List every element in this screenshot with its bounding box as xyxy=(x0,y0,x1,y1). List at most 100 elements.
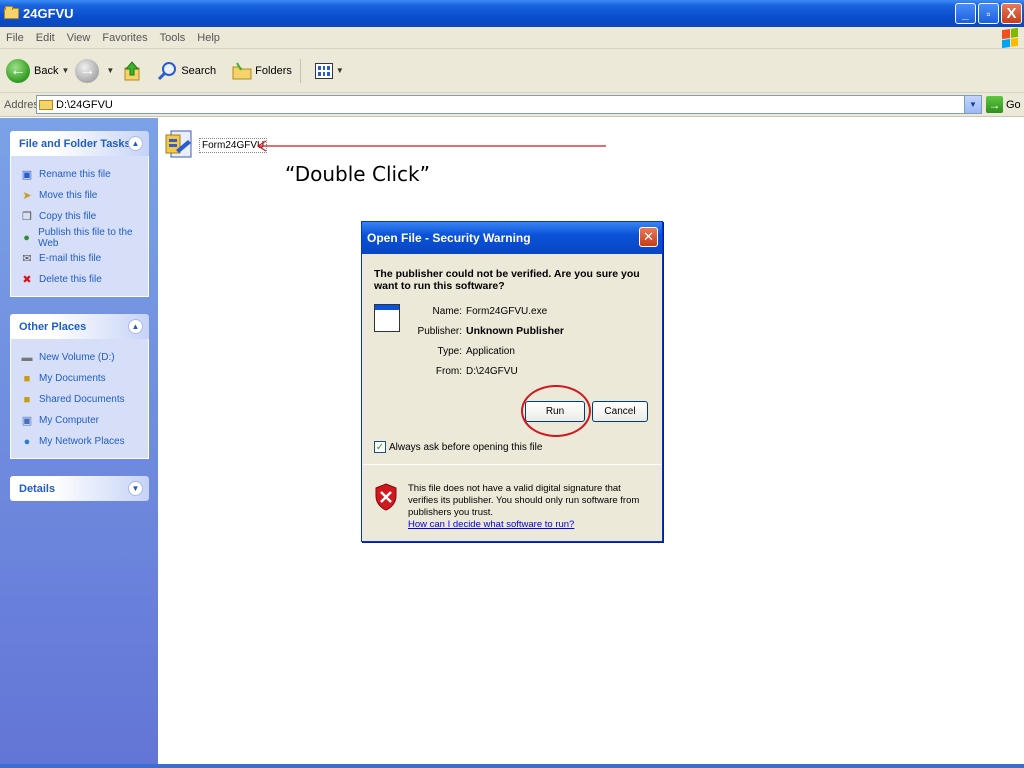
other-places-panel: Other Places ▲ ▬ New Volume (D:) ■ My Docu… xyxy=(10,314,149,459)
menu-help[interactable]: Help xyxy=(197,32,220,44)
minimize-button[interactable]: _ xyxy=(955,3,976,24)
place-new-volume[interactable]: ▬ New Volume (D:) xyxy=(20,347,148,368)
window-titlebar[interactable]: 24GFVU _ ▫ X xyxy=(0,0,1024,27)
globe-icon: ● xyxy=(23,231,30,244)
file-form24gfvu[interactable]: Form24GFVU xyxy=(162,128,268,162)
warning-shield-icon xyxy=(375,483,397,511)
task-publish[interactable]: ● Publish this file to the Web xyxy=(20,227,148,249)
info-type-row: Type: Application xyxy=(374,346,515,357)
task-pane: File and Folder Tasks ▲ ▣ Rename this fil… xyxy=(0,118,158,764)
info-key: Type: xyxy=(437,346,462,357)
email-icon: ✉ xyxy=(22,253,32,265)
warning-text: This file does not have a valid digital … xyxy=(408,483,640,518)
go-label: Go xyxy=(1006,98,1021,111)
folders-label: Folders xyxy=(255,64,292,77)
window-title: 24GFVU xyxy=(23,6,74,21)
collapse-chevron-icon[interactable]: ▲ xyxy=(128,319,143,334)
collapse-chevron-icon[interactable]: ▲ xyxy=(128,136,143,151)
drive-icon: ▬ xyxy=(21,351,33,364)
task-email[interactable]: ✉ E-mail this file xyxy=(20,248,148,269)
address-bar: Address D:\24GFVU ▼ → Go xyxy=(0,93,1024,117)
menu-file[interactable]: File xyxy=(6,32,24,44)
windows-logo-icon xyxy=(1002,27,1018,49)
panel-header[interactable]: Details ▼ xyxy=(10,476,149,501)
go-button[interactable]: → Go xyxy=(986,96,1021,113)
menu-tools[interactable]: Tools xyxy=(160,32,186,44)
search-icon xyxy=(158,61,177,80)
folders-button[interactable]: Folders xyxy=(222,62,292,80)
dialog-titlebar[interactable]: Open File - Security Warning ✕ xyxy=(362,222,662,254)
task-delete[interactable]: ✖ Delete this file xyxy=(20,269,148,290)
chevron-down-icon[interactable]: ▼ xyxy=(106,66,114,75)
cancel-button[interactable]: Cancel xyxy=(592,401,648,422)
dialog-divider xyxy=(363,464,661,465)
info-name-row: Name: Form24GFVU.exe xyxy=(374,306,548,317)
network-icon: ● xyxy=(23,435,31,448)
menu-view[interactable]: View xyxy=(67,32,91,44)
panel-title: File and Folder Tasks xyxy=(19,137,131,150)
menu-favorites[interactable]: Favorites xyxy=(102,32,147,44)
rename-icon: ▣ xyxy=(21,169,33,181)
address-input[interactable]: D:\24GFVU ▼ xyxy=(36,95,982,114)
folder-icon xyxy=(39,99,53,110)
forward-button[interactable]: → ▼ xyxy=(75,58,114,83)
toolbar-separator xyxy=(299,58,301,83)
place-label: My Computer xyxy=(39,415,100,426)
taskbar-edge xyxy=(0,764,1024,768)
shared-folder-icon: ■ xyxy=(23,393,31,406)
panel-title: Other Places xyxy=(19,320,87,333)
up-folder-icon[interactable] xyxy=(122,60,142,82)
place-network[interactable]: ● My Network Places xyxy=(20,431,148,452)
annotation-arrow-icon xyxy=(256,140,606,152)
place-my-documents[interactable]: ■ My Documents xyxy=(20,368,148,389)
forward-arrow-icon: → xyxy=(75,58,100,83)
panel-header[interactable]: Other Places ▲ xyxy=(10,314,149,339)
menu-bar: File Edit View Favorites Tools Help xyxy=(0,27,1024,49)
folders-icon xyxy=(232,62,252,79)
search-label: Search xyxy=(181,64,217,77)
always-ask-checkbox[interactable]: ✓ xyxy=(374,441,386,453)
place-shared-documents[interactable]: ■ Shared Documents xyxy=(20,389,148,410)
panel-body: ▬ New Volume (D:) ■ My Documents ■ Shared D… xyxy=(10,339,149,459)
task-copy[interactable]: ❐ Copy this file xyxy=(20,206,148,227)
info-from-row: From: D:\24GFVU xyxy=(374,366,518,377)
chevron-down-icon[interactable]: ▼ xyxy=(336,66,344,75)
warning-message: This file does not have a valid digital … xyxy=(408,483,652,531)
views-icon xyxy=(314,62,333,79)
installer-icon xyxy=(165,130,192,158)
panel-body: ▣ Rename this file ➤ Move this file ❐ Copy … xyxy=(10,156,149,297)
info-value: D:\24GFVU xyxy=(466,366,518,377)
close-button[interactable]: X xyxy=(1001,3,1022,24)
address-dropdown-button[interactable]: ▼ xyxy=(964,96,981,113)
place-label: New Volume (D:) xyxy=(39,352,115,363)
dialog-question: The publisher could not be verified. Are… xyxy=(374,268,640,292)
details-panel: Details ▼ xyxy=(10,476,149,501)
task-rename[interactable]: ▣ Rename this file xyxy=(20,164,148,185)
toolbar: ← Back ▼ → ▼ Search Folders ▼ xyxy=(0,49,1024,93)
task-label: Delete this file xyxy=(39,274,102,285)
place-my-computer[interactable]: ▣ My Computer xyxy=(20,410,148,431)
expand-chevron-icon[interactable]: ▼ xyxy=(128,481,143,496)
info-value: Form24GFVU.exe xyxy=(466,306,548,317)
task-label: Rename this file xyxy=(39,169,111,180)
chevron-down-icon[interactable]: ▼ xyxy=(61,66,69,75)
dialog-title: Open File - Security Warning xyxy=(367,231,531,245)
info-key: Name: xyxy=(432,306,462,317)
back-button[interactable]: ← Back ▼ xyxy=(6,58,69,83)
task-label: E-mail this file xyxy=(39,253,102,264)
search-button[interactable]: Search xyxy=(148,60,216,82)
computer-icon: ▣ xyxy=(21,415,33,427)
info-publisher-row: Publisher: Unknown Publisher xyxy=(374,325,564,337)
dialog-close-button[interactable]: ✕ xyxy=(639,227,658,247)
views-button[interactable]: ▼ xyxy=(307,62,344,79)
panel-header[interactable]: File and Folder Tasks ▲ xyxy=(10,131,149,156)
task-move[interactable]: ➤ Move this file xyxy=(20,185,148,206)
always-ask-checkbox-row[interactable]: ✓ Always ask before opening this file xyxy=(374,441,542,453)
maximize-button[interactable]: ▫ xyxy=(978,3,999,24)
go-arrow-icon: → xyxy=(986,96,1003,113)
move-icon: ➤ xyxy=(22,190,32,202)
checkbox-label: Always ask before opening this file xyxy=(389,441,543,453)
menu-edit[interactable]: Edit xyxy=(36,32,55,44)
help-link[interactable]: How can I decide what software to run? xyxy=(408,519,652,531)
folder-icon xyxy=(4,6,19,19)
